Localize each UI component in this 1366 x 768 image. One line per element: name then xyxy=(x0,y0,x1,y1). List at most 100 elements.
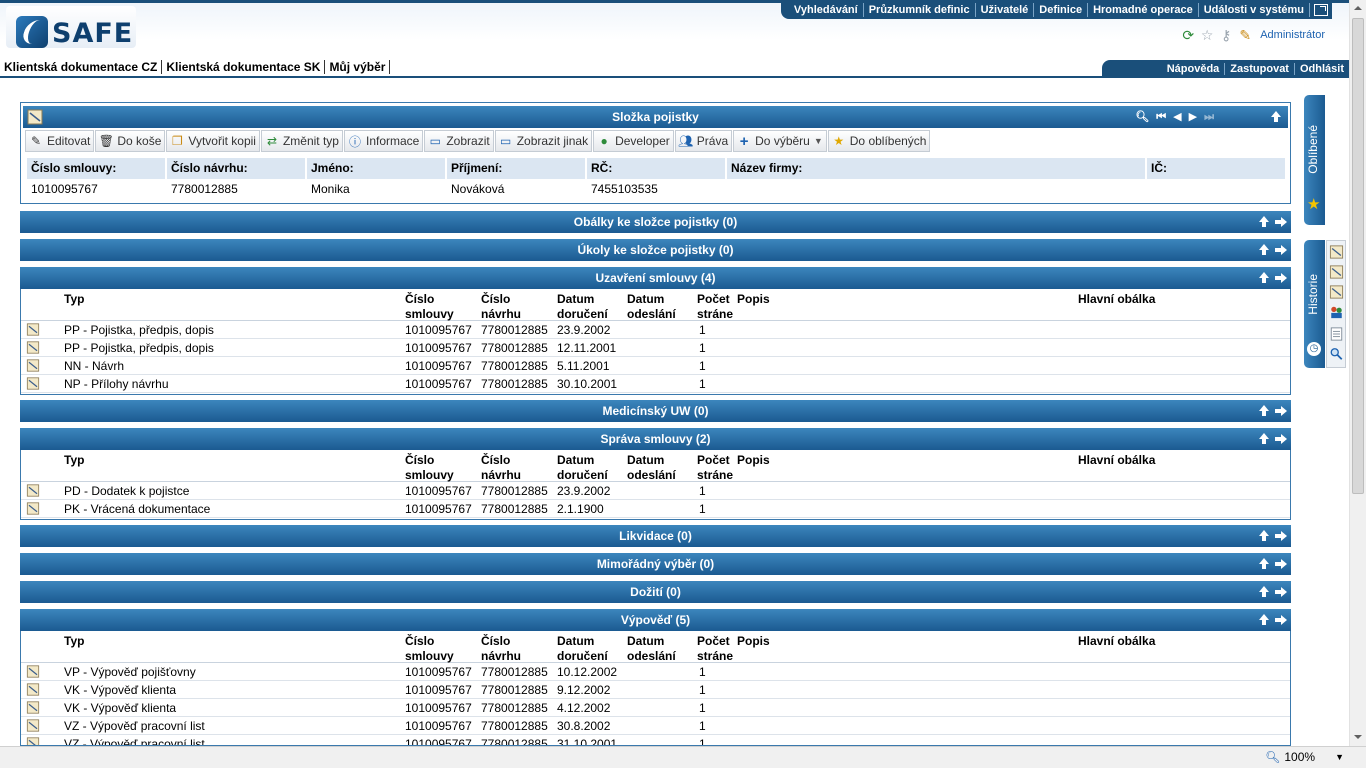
table-row[interactable]: PD - Dodatek k pojistce 1010095767 7780012… xyxy=(21,482,1290,500)
section-medicinsky[interactable]: Medicínský UW (0) xyxy=(20,400,1291,422)
cell-typ[interactable]: VZ - Výpověď pracovní list xyxy=(64,737,205,745)
cell-typ[interactable]: PP - Pojistka, předpis, dopis xyxy=(64,323,214,337)
change-type-button[interactable]: ⇄ Změnit typ xyxy=(260,130,343,152)
table-row[interactable]: VK - Výpověď klienta 1010095767 7780012885… xyxy=(21,681,1290,699)
magnifier-icon[interactable] xyxy=(1329,347,1344,361)
zoom-control[interactable]: 🔍︎ 100% ▼ xyxy=(1265,750,1344,764)
menu-hromadne-operace[interactable]: Hromadné operace xyxy=(1088,2,1199,17)
tab-muj-vyber[interactable]: Můj výběr xyxy=(325,60,391,74)
table-row[interactable]: PK - Vrácená dokumentace 1010095767 778001… xyxy=(21,500,1290,518)
table-row[interactable]: NN - Návrh 1010095767 7780012885 5.11.2001 1 xyxy=(21,357,1290,375)
table-row[interactable]: PP - Pojistka, předpis, dopis 1010095767 7… xyxy=(21,339,1290,357)
refresh-icon[interactable]: ⟳ xyxy=(1180,27,1196,43)
document-icon[interactable] xyxy=(26,484,40,497)
section-vypoved[interactable]: Výpověď (5) xyxy=(20,609,1291,631)
view-button[interactable]: ▭ Zobrazit xyxy=(424,130,494,152)
section-doziti[interactable]: Dožití (0) xyxy=(20,581,1291,603)
prev-record-icon[interactable]: ◀ xyxy=(1173,106,1181,128)
history-tab[interactable]: Historie ◷ xyxy=(1304,240,1325,368)
document-icon[interactable] xyxy=(26,341,40,354)
new-window-icon[interactable] xyxy=(1314,3,1328,16)
document-icon[interactable] xyxy=(26,359,40,372)
menu-vyhledavani[interactable]: Vyhledávání xyxy=(789,2,864,17)
menu-zastupovat[interactable]: Zastupovat xyxy=(1224,63,1294,75)
table-row[interactable]: NP - Přílohy návrhu 1010095767 7780012885 3… xyxy=(21,375,1290,393)
collapse-up-icon[interactable] xyxy=(1258,614,1270,626)
cell-typ[interactable]: VP - Výpověď pojišťovny xyxy=(64,665,196,679)
menu-napoveda[interactable]: Nápověda xyxy=(1162,63,1225,75)
open-arrow-icon[interactable] xyxy=(1275,433,1287,445)
menu-pruzkumnik-definic[interactable]: Průzkumník definic xyxy=(864,2,976,17)
table-row[interactable]: VK - Výpověď klienta 1010095767 7780012885… xyxy=(21,699,1290,717)
tab-klientska-dokumentace-sk[interactable]: Klientská dokumentace SK xyxy=(162,60,326,74)
menu-udalosti-v-systemu[interactable]: Události v systému xyxy=(1199,2,1310,17)
cell-typ[interactable]: PK - Vrácená dokumentace xyxy=(64,502,210,516)
menu-odhlasit[interactable]: Odhlásit xyxy=(1293,63,1349,75)
developer-button[interactable]: ● Developer xyxy=(593,130,674,152)
collapse-up-icon[interactable] xyxy=(1270,111,1282,123)
open-arrow-icon[interactable] xyxy=(1275,530,1287,542)
document-icon[interactable] xyxy=(26,323,40,336)
scroll-up-button[interactable] xyxy=(1350,0,1366,17)
first-record-icon[interactable]: ⏮ xyxy=(1156,106,1166,128)
chevron-down-icon[interactable]: ▼ xyxy=(814,136,823,146)
open-arrow-icon[interactable] xyxy=(1275,558,1287,570)
table-row[interactable]: PP - Pojistka, předpis, dopis 1010095767 7… xyxy=(21,321,1290,339)
cell-typ[interactable]: PP - Pojistka, předpis, dopis xyxy=(64,341,214,355)
key-icon[interactable]: ⚷ xyxy=(1218,27,1234,43)
open-arrow-icon[interactable] xyxy=(1275,244,1287,256)
collapse-up-icon[interactable] xyxy=(1258,586,1270,598)
collapse-up-icon[interactable] xyxy=(1258,433,1270,445)
open-arrow-icon[interactable] xyxy=(1275,216,1287,228)
next-record-icon[interactable]: ▶ xyxy=(1189,106,1197,128)
cell-typ[interactable]: NP - Přílohy návrhu xyxy=(64,377,169,391)
collapse-up-icon[interactable] xyxy=(1258,558,1270,570)
section-ukoly[interactable]: Úkoly ke složce pojistky (0) xyxy=(20,239,1291,261)
chevron-down-icon[interactable]: ▼ xyxy=(1335,752,1344,762)
collapse-up-icon[interactable] xyxy=(1258,405,1270,417)
table-row[interactable]: VP - Výpověď pojišťovny 1010095767 7780012… xyxy=(21,663,1290,681)
tab-klientska-dokumentace-cz[interactable]: Klientská dokumentace CZ xyxy=(0,60,163,74)
collapse-up-icon[interactable] xyxy=(1258,216,1270,228)
cell-typ[interactable]: NN - Návrh xyxy=(64,359,124,373)
favorites-tab[interactable]: Oblíbené ★ xyxy=(1304,95,1325,225)
cell-typ[interactable]: PD - Dodatek k pojistce xyxy=(64,484,189,498)
document-icon[interactable] xyxy=(26,377,40,390)
view-other-button[interactable]: ▭ Zobrazit jinak xyxy=(494,130,593,152)
section-likvidace[interactable]: Likvidace (0) xyxy=(20,525,1291,547)
document-icon[interactable] xyxy=(26,665,40,678)
menu-definice[interactable]: Definice xyxy=(1034,2,1089,17)
trash-button[interactable]: 🗑︎ Do koše xyxy=(95,130,166,152)
user-name-link[interactable]: Administrátor xyxy=(1260,29,1325,41)
last-record-icon[interactable]: ⏭ xyxy=(1204,106,1214,128)
edit-button[interactable]: ✎ Editovat xyxy=(25,130,95,152)
section-uzavreni[interactable]: Uzavření smlouvy (4) xyxy=(20,267,1291,289)
document-icon[interactable] xyxy=(26,502,40,515)
add-to-selection-button[interactable]: + Do výběru ▼ xyxy=(733,130,827,152)
document-icon[interactable] xyxy=(26,719,40,732)
document-icon[interactable] xyxy=(26,737,40,746)
search-icon[interactable]: 🔍︎ xyxy=(1135,106,1149,128)
open-arrow-icon[interactable] xyxy=(1275,586,1287,598)
document-icon[interactable] xyxy=(1329,285,1344,299)
section-mimoradny[interactable]: Mimořádný výběr (0) xyxy=(20,553,1291,575)
document-icon[interactable] xyxy=(1329,265,1344,279)
scroll-down-button[interactable] xyxy=(1350,729,1366,746)
menu-uzivatele[interactable]: Uživatelé xyxy=(976,2,1035,17)
vertical-scrollbar[interactable] xyxy=(1349,0,1366,746)
cell-typ[interactable]: VZ - Výpověď pracovní list xyxy=(64,719,205,733)
collapse-up-icon[interactable] xyxy=(1258,530,1270,542)
table-row[interactable]: VZ - Výpověď pracovní list 1010095767 7780… xyxy=(21,717,1290,735)
copy-button[interactable]: ❐ Vytvořit kopii xyxy=(166,130,260,152)
star-outline-icon[interactable]: ☆ xyxy=(1199,27,1215,43)
cell-typ[interactable]: VK - Výpověď klienta xyxy=(64,683,176,697)
pencil-icon[interactable]: ✎ xyxy=(1237,27,1253,43)
users-icon[interactable] xyxy=(1329,305,1344,319)
cell-typ[interactable]: VK - Výpověď klienta xyxy=(64,701,176,715)
page-icon[interactable] xyxy=(1329,327,1344,341)
scroll-thumb[interactable] xyxy=(1352,18,1364,494)
info-button[interactable]: ⓘ Informace xyxy=(343,130,424,152)
section-obalky[interactable]: Obálky ke složce pojistky (0) xyxy=(20,211,1291,233)
open-arrow-icon[interactable] xyxy=(1275,405,1287,417)
collapse-up-icon[interactable] xyxy=(1258,244,1270,256)
